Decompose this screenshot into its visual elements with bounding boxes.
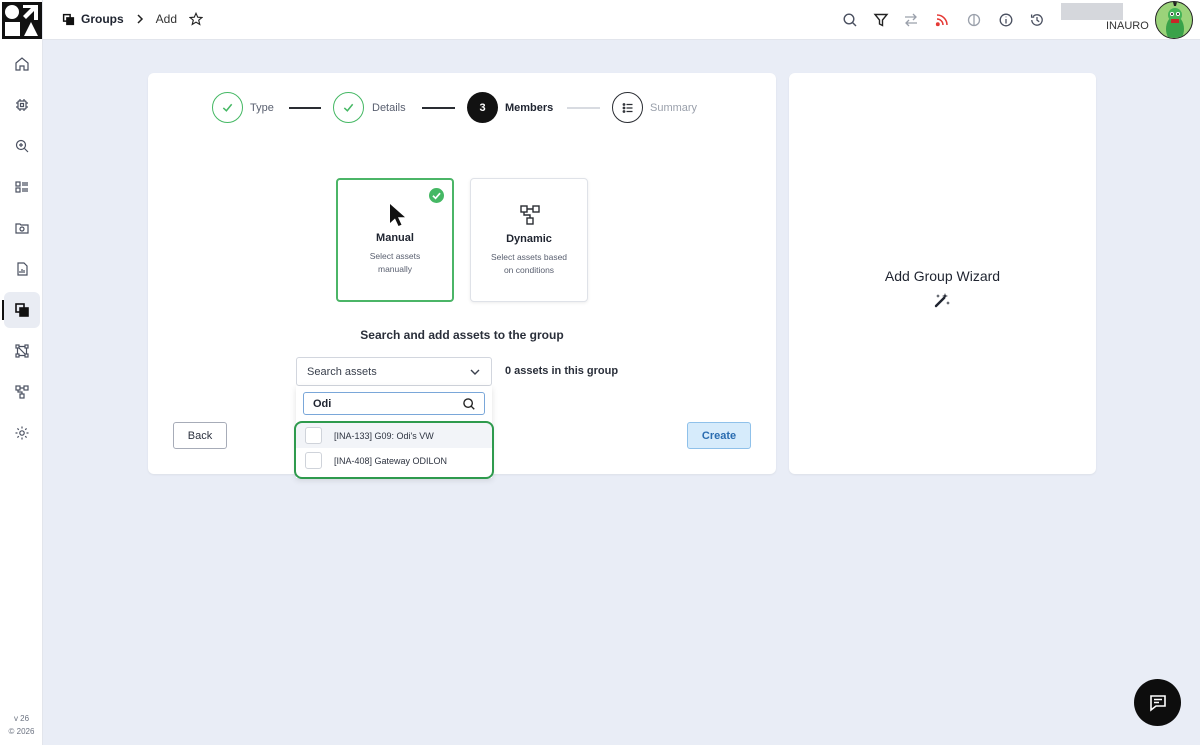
step-members-label: Members [505, 102, 554, 114]
list-icon [15, 181, 28, 193]
step-type-label: Type [250, 102, 274, 114]
home-icon [15, 57, 29, 71]
groups-icon [15, 303, 29, 317]
gear-icon [15, 426, 29, 440]
breadcrumb-add: Add [155, 12, 178, 26]
mode-dynamic-title: Dynamic [506, 233, 552, 245]
zoom-icon [15, 139, 29, 153]
magic-wand-icon [934, 293, 950, 308]
wizard-side-panel: Add Group Wizard [789, 73, 1096, 474]
step-connector [422, 107, 455, 109]
mode-manual-title: Manual [376, 232, 414, 244]
user-info-block [1061, 3, 1123, 20]
network-icon [15, 344, 29, 358]
mode-manual-desc-2: manually [377, 264, 413, 274]
asset-select[interactable]: Search assets [296, 357, 492, 386]
nav-devices[interactable] [4, 87, 40, 123]
search-icon [463, 398, 475, 410]
step-summary-label: Summary [650, 102, 698, 114]
step-details-circle [333, 92, 364, 123]
nav-network[interactable] [4, 333, 40, 369]
mode-dynamic-card[interactable]: Dynamic Select assets based on condition… [470, 178, 588, 302]
camera-folder-icon [15, 223, 29, 234]
mode-dynamic-desc-2: on conditions [503, 265, 555, 275]
step-members-circle: 3 [467, 92, 498, 123]
hierarchy-icon [520, 205, 540, 225]
asset-select-placeholder: Search assets [307, 366, 377, 378]
nav-reports[interactable] [4, 251, 40, 287]
chat-button[interactable] [1134, 679, 1181, 726]
step-type-circle [212, 92, 243, 123]
app-logo[interactable] [2, 2, 42, 39]
asset-search-field[interactable]: Odi [303, 392, 485, 415]
mode-dynamic-desc-1: Select assets based [490, 252, 568, 262]
filter-icon[interactable] [873, 12, 889, 28]
nav-home[interactable] [4, 46, 40, 82]
results-highlight [294, 421, 494, 479]
app-version: v 26 [13, 714, 30, 723]
side-panel-title: Add Group Wizard [884, 268, 1001, 284]
history-icon[interactable] [1029, 12, 1045, 28]
check-icon [343, 103, 354, 112]
sidebar: v 26 © 2026 [0, 0, 43, 745]
step-details-label: Details [372, 102, 406, 114]
swap-icon[interactable] [903, 12, 919, 28]
report-icon [17, 262, 28, 276]
create-button[interactable]: Create [687, 422, 751, 449]
list-icon [622, 102, 632, 113]
chat-icon [1149, 694, 1166, 712]
nav-explore[interactable] [4, 128, 40, 164]
mode-manual-desc-1: Select assets [369, 251, 421, 261]
info-icon[interactable] [998, 12, 1014, 28]
chevron-right-icon [137, 14, 143, 24]
rss-icon[interactable] [934, 12, 950, 28]
asset-search-input[interactable]: Odi [313, 398, 331, 410]
nav-media[interactable] [4, 210, 40, 246]
user-name: INAURO [1106, 20, 1149, 32]
groups-icon [62, 13, 75, 25]
star-icon[interactable] [189, 12, 204, 26]
contrast-icon[interactable] [966, 12, 982, 28]
back-button[interactable]: Back [173, 422, 227, 449]
step-connector [567, 107, 600, 109]
breadcrumb: Groups Add [62, 12, 204, 26]
hierarchy-icon [15, 385, 29, 399]
top-bar: Groups Add INAURO [43, 0, 1200, 40]
search-icon[interactable] [842, 12, 858, 28]
avatar[interactable] [1155, 1, 1193, 39]
nav-hierarchy[interactable] [4, 374, 40, 410]
step-connector [289, 107, 321, 109]
chip-icon [16, 99, 28, 111]
check-circle-icon [429, 188, 444, 203]
app-copyright: © 2026 [8, 727, 35, 736]
breadcrumb-groups[interactable]: Groups [81, 12, 124, 26]
cursor-icon [390, 204, 405, 226]
chevron-down-icon [470, 369, 480, 375]
asset-count: 0 assets in this group [505, 365, 619, 377]
members-heading: Search and add assets to the group [360, 328, 564, 342]
nav-list[interactable] [4, 169, 40, 205]
nav-groups[interactable] [2, 292, 40, 328]
step-summary-circle [612, 92, 643, 123]
nav-settings[interactable] [4, 415, 40, 451]
mode-manual-card[interactable]: Manual Select assets manually [336, 178, 454, 302]
check-icon [222, 103, 233, 112]
